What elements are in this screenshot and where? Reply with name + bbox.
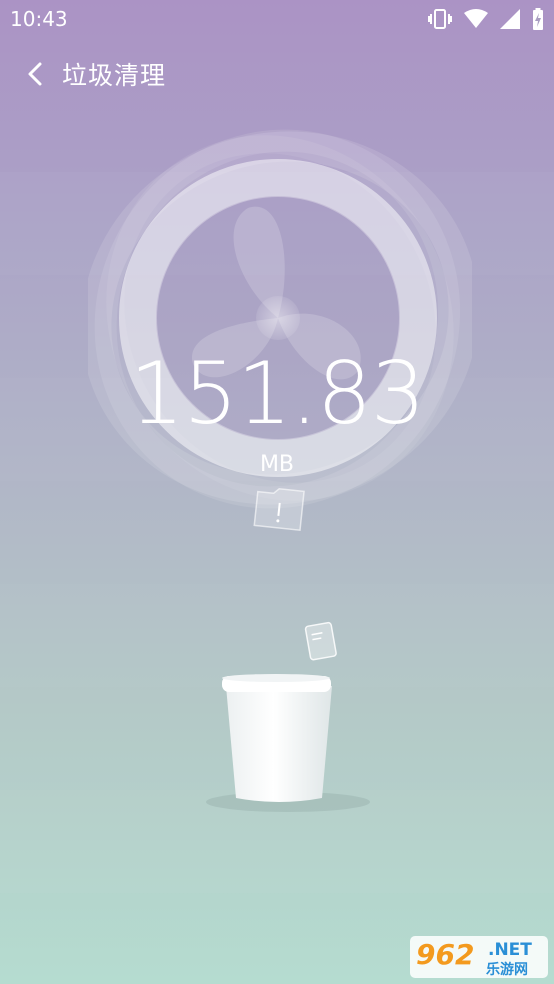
site-watermark: 962 .NET 乐游网 xyxy=(410,934,548,980)
wifi-icon xyxy=(464,9,488,28)
chevron-left-icon xyxy=(28,62,42,86)
battery-charging-icon xyxy=(533,8,543,30)
trash-bin-icon xyxy=(204,672,374,821)
back-button[interactable] xyxy=(22,56,52,92)
signal-icon xyxy=(500,9,520,29)
status-time: 10:43 xyxy=(10,7,68,31)
watermark-tagline: 乐游网 xyxy=(486,962,528,978)
status-bar: 10:43 xyxy=(0,0,554,38)
page-title: 垃圾清理 xyxy=(62,61,167,90)
falling-document-icon xyxy=(302,620,342,668)
vibrate-icon xyxy=(428,9,452,29)
watermark-number: 962 xyxy=(416,938,475,971)
falling-folder-icon xyxy=(252,486,308,538)
app-header: 垃圾清理 xyxy=(0,44,554,104)
junk-size-value: 151.83 xyxy=(129,344,426,444)
junk-size-unit: MB xyxy=(259,452,295,477)
status-icons xyxy=(428,8,544,30)
watermark-suffix: .NET xyxy=(488,940,532,960)
